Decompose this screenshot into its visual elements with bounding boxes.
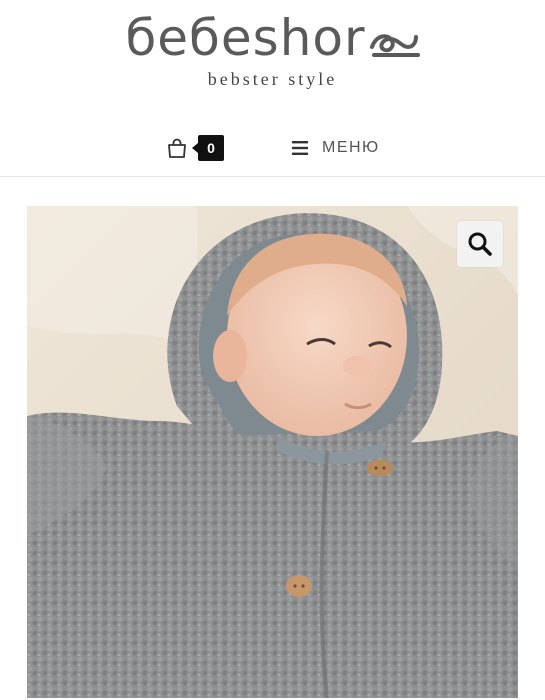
menu-label: МЕНЮ (322, 139, 380, 156)
product-image[interactable] (27, 206, 518, 698)
shopping-bag-icon (168, 138, 186, 158)
logo-swirl-icon (369, 33, 420, 57)
cart-count-badge: 0 (192, 135, 224, 161)
cart-button[interactable]: 0 (166, 132, 224, 164)
header-divider (0, 176, 545, 177)
hamburger-icon (292, 141, 308, 155)
magnifier-icon (468, 232, 492, 256)
zoom-button[interactable] (457, 221, 503, 267)
product-photo (27, 206, 518, 698)
menu-button[interactable]: МЕНЮ (292, 132, 380, 164)
logo-tagline: bebster style (207, 69, 338, 89)
header-nav: 0 МЕНЮ (0, 120, 545, 176)
logo-wordmark: бебeshor (0, 6, 545, 70)
logo-text: бебeshor (125, 9, 366, 67)
site-logo[interactable]: бебeshor bebster style (0, 0, 545, 110)
